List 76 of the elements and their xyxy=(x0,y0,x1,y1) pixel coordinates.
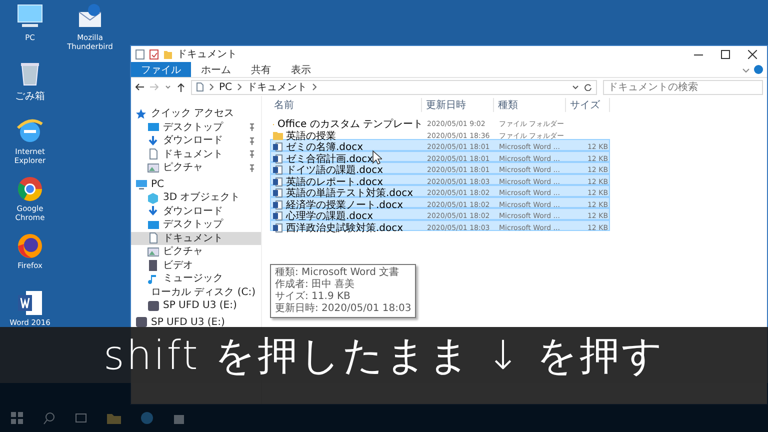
word-document-icon xyxy=(273,154,283,164)
document-icon xyxy=(147,232,159,244)
word-document-icon xyxy=(273,176,283,186)
desktop-icon xyxy=(147,121,159,134)
document-icon xyxy=(196,82,204,92)
nav-item[interactable]: ビデオ xyxy=(131,258,261,272)
cube-icon xyxy=(147,192,159,204)
nav-item[interactable]: ダウンロード xyxy=(131,134,261,148)
help-icon[interactable] xyxy=(754,65,763,74)
pin-icon[interactable] xyxy=(249,123,255,132)
nav-item[interactable]: ピクチャ xyxy=(131,245,261,258)
usb-drive-icon xyxy=(135,316,147,328)
word-document-icon xyxy=(273,200,283,210)
nav-item[interactable]: ピクチャ xyxy=(131,161,261,174)
nav-item[interactable]: 3D オブジェクト xyxy=(131,191,261,204)
address-bar[interactable]: PC ドキュメント xyxy=(191,80,597,94)
chevron-right-icon xyxy=(209,83,214,91)
checkmark-icon[interactable] xyxy=(149,48,159,60)
desktop-icon xyxy=(147,218,159,231)
task-view-icon[interactable] xyxy=(74,411,88,425)
window-title: ドキュメント xyxy=(177,48,238,61)
column-header[interactable]: 種類 xyxy=(494,98,566,112)
word-document-icon xyxy=(273,222,283,232)
ribbon-tab[interactable]: 表示 xyxy=(281,62,321,77)
picture-icon xyxy=(147,162,159,174)
nav-item[interactable]: ダウンロード xyxy=(131,204,261,218)
nav-item[interactable]: ミュージック xyxy=(131,272,261,286)
maximize-icon[interactable] xyxy=(721,50,730,58)
music-note-icon xyxy=(147,272,159,285)
ribbon-tab[interactable]: 共有 xyxy=(241,62,281,77)
desktop-icon-label[interactable]: ごみ箱 xyxy=(15,91,45,102)
column-header[interactable]: サイズ xyxy=(566,98,610,112)
download-arrow-icon xyxy=(147,134,159,147)
usb-drive-icon xyxy=(147,300,159,312)
document-icon xyxy=(147,148,159,160)
nav-item[interactable]: SP UFD U3 (E:) xyxy=(131,299,261,312)
column-header[interactable]: 名前 xyxy=(270,98,422,112)
nav-item[interactable]: PC xyxy=(131,178,261,191)
ribbon-tab[interactable]: ファイル xyxy=(131,62,191,77)
breadcrumb[interactable]: ドキュメント xyxy=(247,80,308,94)
mouse-pointer-icon xyxy=(372,150,382,165)
nav-item[interactable]: SP UFD U3 (E:) xyxy=(131,316,261,329)
refresh-icon[interactable] xyxy=(584,83,592,91)
chevron-down-icon[interactable] xyxy=(165,83,171,91)
pin-icon[interactable] xyxy=(249,136,255,145)
chevron-right-icon xyxy=(237,83,242,91)
up-arrow-icon[interactable] xyxy=(177,82,185,92)
windows-logo-icon[interactable] xyxy=(10,411,24,425)
nav-item[interactable]: ローカル ディスク (C:) xyxy=(131,286,261,299)
nav-item[interactable]: ドキュメント xyxy=(131,232,261,245)
close-icon[interactable] xyxy=(748,50,757,58)
word-document-icon xyxy=(273,211,283,221)
pin-icon[interactable] xyxy=(249,164,255,172)
column-header[interactable]: 更新日時 xyxy=(422,98,494,112)
breadcrumb[interactable]: PC xyxy=(219,82,232,92)
search-icon[interactable] xyxy=(42,411,56,425)
chevron-down-icon[interactable] xyxy=(742,66,750,74)
computer-icon xyxy=(135,178,147,190)
search-field[interactable]: ドキュメントの検索 xyxy=(603,80,763,94)
chevron-down-icon[interactable] xyxy=(572,83,579,91)
star-icon xyxy=(135,108,147,120)
chevron-right-icon xyxy=(312,83,318,91)
nav-item[interactable]: クイック アクセス xyxy=(131,107,261,120)
word-document-icon xyxy=(273,165,283,175)
pin-icon[interactable] xyxy=(249,150,255,158)
word-document-icon xyxy=(273,142,283,152)
tooltip: 種類: Microsoft Word 文書 作成者: 田中 喜美 サイズ: 11.9 KB 更新日時: 2020/05/01 18:03 xyxy=(270,264,416,318)
back-arrow-icon[interactable] xyxy=(135,83,144,91)
nav-item[interactable]: ドキュメント xyxy=(131,148,261,161)
picture-icon xyxy=(147,246,159,258)
word-document-icon xyxy=(273,188,283,198)
caption-text: shift を押したまま ↓ を押す xyxy=(103,332,665,380)
nav-item[interactable]: デスクトップ xyxy=(131,218,261,232)
ribbon-tab[interactable]: ホーム xyxy=(191,62,241,77)
nav-item[interactable]: デスクトップ xyxy=(131,120,261,134)
download-arrow-icon xyxy=(147,205,159,218)
